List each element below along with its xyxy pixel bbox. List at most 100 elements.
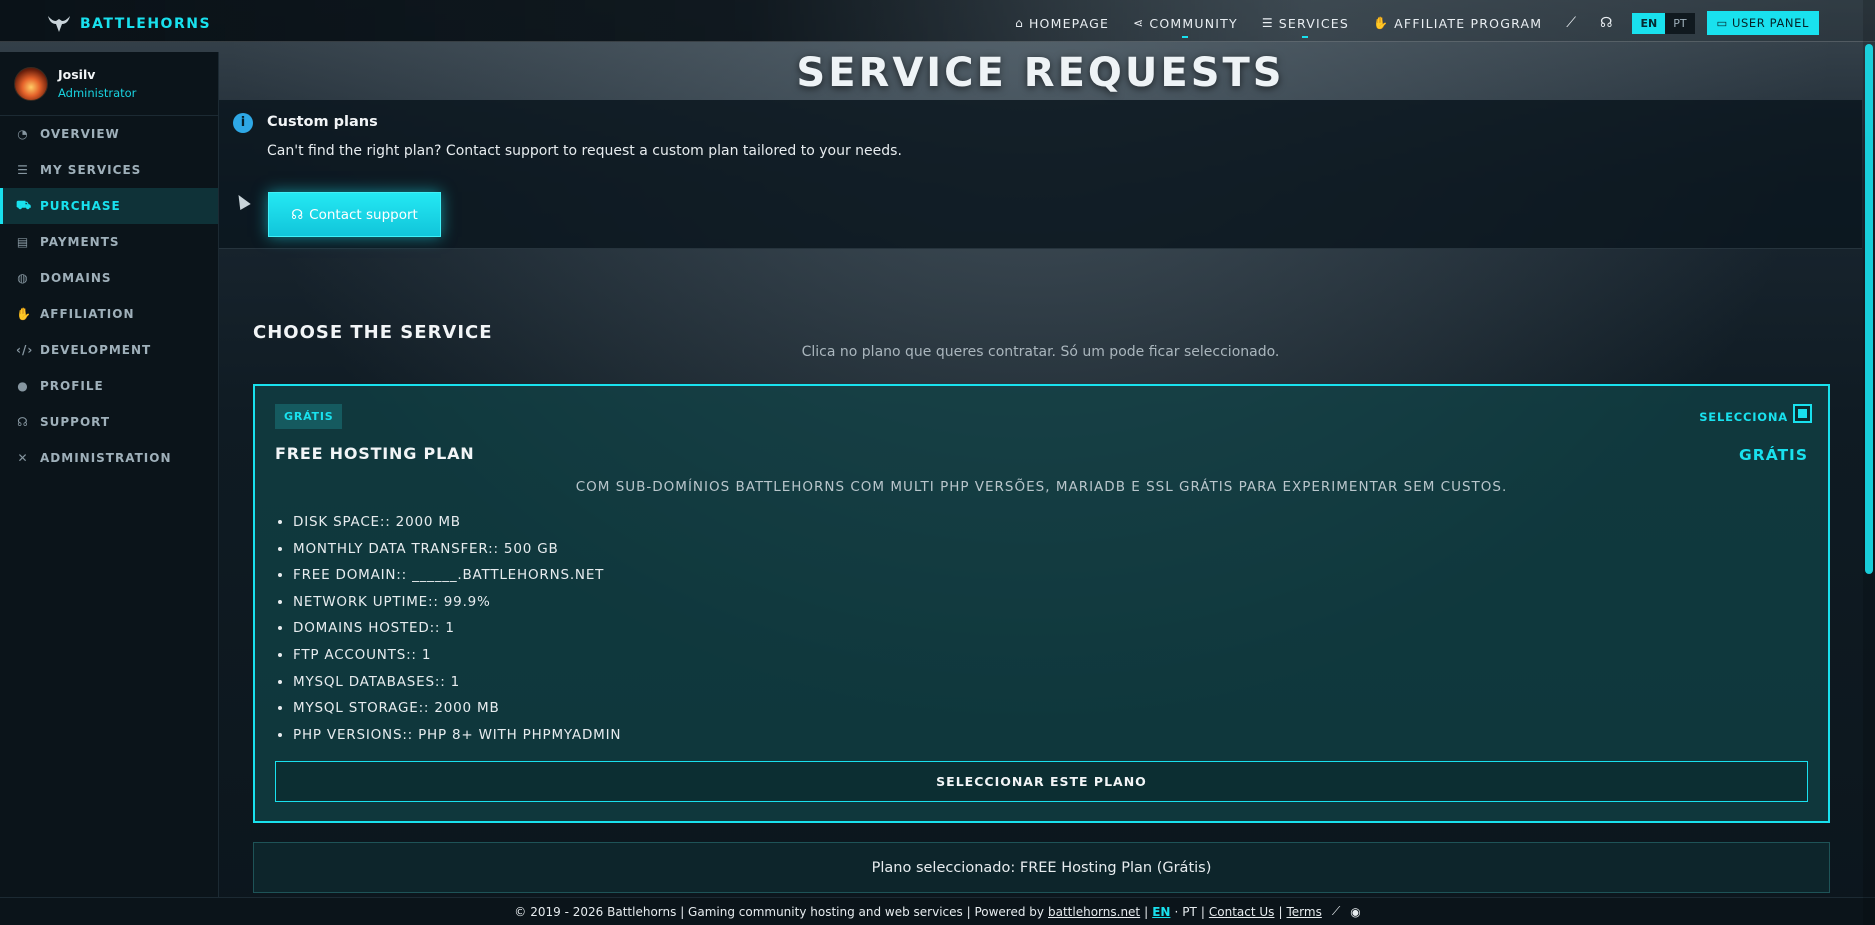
list-item: NETWORK UPTIME:: 99.9% xyxy=(293,591,621,618)
stats-icon[interactable]: ⟋ xyxy=(1332,904,1340,919)
sidebar-item-domains[interactable]: ◍ DOMAINS xyxy=(0,260,218,296)
headset-icon: ☊ xyxy=(291,206,304,223)
sidebar-item-label: PROFILE xyxy=(40,379,104,393)
sidebar-item-label: SUPPORT xyxy=(40,415,111,429)
footer-separator: | xyxy=(1144,904,1149,919)
sidebar-item-my-services[interactable]: ☰ MY SERVICES xyxy=(0,152,218,188)
plan-features: DISK SPACE:: 2000 MB MONTHLY DATA TRANSF… xyxy=(293,511,621,750)
footer-lang-pt[interactable]: PT xyxy=(1182,905,1197,919)
select-plan-button[interactable]: SELECCIONAR ESTE PLANO xyxy=(275,761,1808,802)
list-item: FREE DOMAIN:: ______.BATTLEHORNS.NET xyxy=(293,564,621,591)
user-panel-button[interactable]: ▭ USER PANEL xyxy=(1706,11,1819,35)
stats-icon[interactable]: ⟋ xyxy=(1554,15,1588,31)
user-role: Administrator xyxy=(58,86,137,100)
user-name: Josilv xyxy=(58,67,96,82)
footer-powered-link[interactable]: battlehorns.net xyxy=(1048,905,1140,919)
contact-support-button[interactable]: ☊ Contact support xyxy=(268,192,441,237)
user-card: Josilv Administrator xyxy=(0,52,218,116)
custom-plans-panel: i Custom plans Can't find the right plan… xyxy=(219,100,1862,249)
home-icon: ⌂ xyxy=(1015,16,1024,30)
handshake-icon: ✋ xyxy=(1373,16,1390,30)
list-item: MYSQL DATABASES:: 1 xyxy=(293,671,621,698)
sidebar-item-label: MY SERVICES xyxy=(40,163,142,177)
lang-pt[interactable]: PT xyxy=(1665,12,1695,34)
brand[interactable]: BATTLEHORNS xyxy=(46,14,211,34)
user-icon: ● xyxy=(17,379,29,393)
sidebar-item-support[interactable]: ☊ SUPPORT xyxy=(0,404,218,440)
top-navbar: BATTLEHORNS ⌂ HOMEPAGE ⋖ COMMUNITY ☰ SER… xyxy=(0,0,1875,42)
page-title: SERVICE REQUESTS xyxy=(796,50,1285,96)
nav-community-label: COMMUNITY xyxy=(1149,15,1238,31)
scrollbar[interactable] xyxy=(1863,0,1875,925)
sidebar: Josilv Administrator ◔ OVERVIEW ☰ MY SERVI… xyxy=(0,52,219,925)
language-switcher: EN PT xyxy=(1632,12,1695,34)
footer-contact-link[interactable]: Contact Us xyxy=(1209,905,1275,919)
nav-services[interactable]: ☰ SERVICES xyxy=(1250,10,1361,38)
dashboard-icon: ◔ xyxy=(17,127,29,141)
sidebar-item-overview[interactable]: ◔ OVERVIEW xyxy=(0,116,218,152)
nav-homepage-label: HOMEPAGE xyxy=(1028,15,1110,31)
discord-icon[interactable]: ◉ xyxy=(1350,905,1360,919)
sidebar-item-profile[interactable]: ● PROFILE xyxy=(0,368,218,404)
sidebar-item-development[interactable]: ‹/› DEVELOPMENT xyxy=(0,332,218,368)
sidebar-item-administration[interactable]: ✕ ADMINISTRATION xyxy=(0,440,218,476)
server-icon: ☰ xyxy=(17,163,29,177)
sidebar-item-affiliation[interactable]: ✋ AFFILIATION xyxy=(0,296,218,332)
plan-price: GRÁTIS xyxy=(1739,446,1808,464)
contact-support-label: Contact support xyxy=(309,206,418,223)
plan-name: FREE HOSTING PLAN xyxy=(275,444,475,463)
main-nav: ⌂ HOMEPAGE ⋖ COMMUNITY ☰ SERVICES ✋ AFFI… xyxy=(1003,10,1819,38)
footer-separator: | xyxy=(1200,904,1205,919)
sidebar-item-purchase[interactable]: ⛟ PURCHASE xyxy=(0,188,218,224)
plan-description: COM SUB-DOMÍNIOS BATTLEHORNS COM MULTI P… xyxy=(575,479,1508,495)
section-title: CHOOSE THE SERVICE xyxy=(253,322,493,343)
headset-icon[interactable]: ☊ xyxy=(1588,15,1624,31)
footer-separator: | xyxy=(1278,904,1283,919)
sidebar-item-label: AFFILIATION xyxy=(40,307,135,321)
footer-copyright: 2019 - 2026 Battlehorns | Gaming communi… xyxy=(530,904,1044,919)
code-icon: ‹/› xyxy=(16,343,34,357)
sidebar-item-label: PURCHASE xyxy=(40,199,121,213)
info-title: Custom plans xyxy=(267,114,378,130)
handshake-icon: ✋ xyxy=(16,307,32,321)
plan-card[interactable]: GRÁTIS SELECCIONA FREE HOSTING PLAN GRÁT… xyxy=(253,384,1830,823)
nav-affiliate-label: AFFILIATE PROGRAM xyxy=(1394,15,1543,31)
sidebar-item-label: PAYMENTS xyxy=(40,235,120,249)
scrollbar-thumb[interactable] xyxy=(1865,44,1873,574)
footer-dot: · xyxy=(1174,904,1179,919)
server-icon: ☰ xyxy=(1261,16,1274,30)
share-icon: ⋖ xyxy=(1133,16,1145,30)
sidebar-item-label: OVERVIEW xyxy=(40,127,120,141)
copyright-icon: © xyxy=(514,904,527,919)
sidebar-item-label: DEVELOPMENT xyxy=(40,343,152,357)
wallet-icon: ▤ xyxy=(16,235,30,249)
info-text: Can't find the right plan? Contact suppo… xyxy=(267,143,902,159)
globe-icon: ◍ xyxy=(17,271,29,285)
nav-community[interactable]: ⋖ COMMUNITY xyxy=(1121,10,1250,38)
section-subtitle: Clica no plano que queres contratar. Só … xyxy=(801,344,1280,360)
sidebar-item-label: DOMAINS xyxy=(40,271,112,285)
plan-checkbox[interactable] xyxy=(1793,404,1812,423)
lang-en[interactable]: EN xyxy=(1632,12,1666,34)
nav-homepage[interactable]: ⌂ HOMEPAGE xyxy=(1003,10,1121,36)
sidebar-item-label: ADMINISTRATION xyxy=(40,451,172,465)
sidebar-item-payments[interactable]: ▤ PAYMENTS xyxy=(0,224,218,260)
headset-icon: ☊ xyxy=(17,415,29,429)
tools-icon: ✕ xyxy=(17,451,29,465)
list-item: DISK SPACE:: 2000 MB xyxy=(293,511,621,538)
brand-logo-icon xyxy=(46,14,72,34)
selected-plan-summary: Plano seleccionado: FREE Hosting Plan (G… xyxy=(253,842,1830,893)
info-icon: i xyxy=(233,113,253,133)
list-item: MONTHLY DATA TRANSFER:: 500 GB xyxy=(293,538,621,565)
footer: © 2019 - 2026 Battlehorns | Gaming commu… xyxy=(0,897,1875,925)
plan-badge: GRÁTIS xyxy=(275,404,343,429)
nav-affiliate[interactable]: ✋ AFFILIATE PROGRAM xyxy=(1361,10,1554,36)
footer-terms-link[interactable]: Terms xyxy=(1286,905,1321,919)
brand-name: BATTLEHORNS xyxy=(80,16,212,32)
cart-icon: ⛟ xyxy=(16,198,33,212)
nav-services-label: SERVICES xyxy=(1278,15,1350,31)
footer-lang-en[interactable]: EN xyxy=(1152,905,1170,919)
plan-select-label: SELECCIONA xyxy=(1699,410,1788,424)
nav-active-indicator xyxy=(1182,36,1189,38)
nav-active-indicator xyxy=(1302,36,1309,38)
